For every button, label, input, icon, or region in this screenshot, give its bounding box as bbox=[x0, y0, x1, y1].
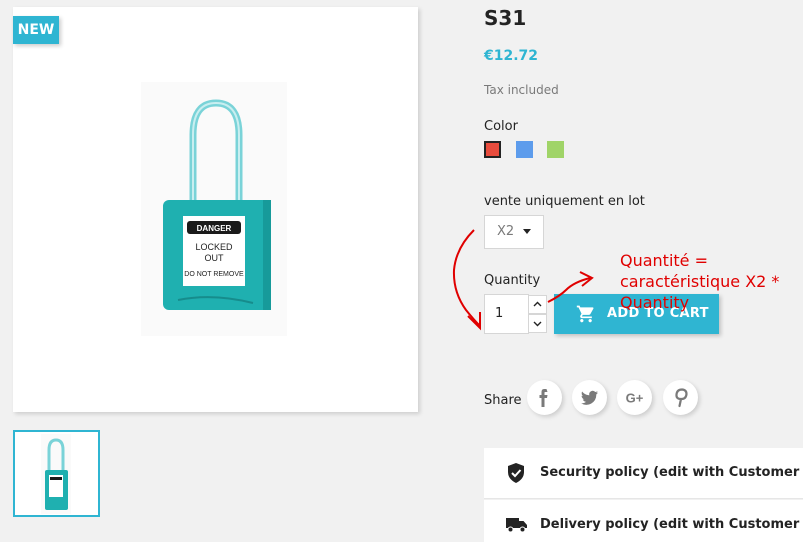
new-badge: NEW bbox=[13, 16, 59, 44]
svg-text:G+: G+ bbox=[626, 391, 644, 406]
product-cover-image[interactable]: DANGER LOCKED OUT DO NOT REMOVE bbox=[13, 7, 418, 412]
share-label: Share bbox=[484, 393, 522, 408]
security-policy-block: Security policy (edit with Customer reas… bbox=[484, 448, 803, 499]
google-plus-icon: G+ bbox=[626, 391, 644, 406]
product-thumbnail[interactable] bbox=[13, 430, 100, 517]
annotation-text: Quantité = caractéristique X2 * Quantity bbox=[620, 250, 779, 313]
facebook-icon bbox=[539, 389, 548, 407]
share-twitter-button[interactable] bbox=[572, 380, 607, 415]
share-pinterest-button[interactable] bbox=[663, 380, 698, 415]
product-title: S31 bbox=[484, 6, 527, 30]
image-label-out: OUT bbox=[205, 253, 225, 263]
color-swatch-green[interactable] bbox=[547, 141, 564, 158]
annotation-line-3: Quantity bbox=[620, 293, 690, 312]
padlock-image: DANGER LOCKED OUT DO NOT REMOVE bbox=[141, 82, 287, 336]
annotation-line-2: caractéristique X2 * bbox=[620, 272, 780, 291]
share-google-plus-button[interactable]: G+ bbox=[617, 380, 652, 415]
tax-note: Tax included bbox=[484, 83, 559, 97]
image-label-danger: DANGER bbox=[197, 224, 232, 233]
share-facebook-button[interactable] bbox=[527, 380, 562, 415]
padlock-thumbnail-image bbox=[41, 434, 71, 514]
image-label-do-not-remove: DO NOT REMOVE bbox=[184, 271, 244, 278]
annotation-line-1: Quantité = bbox=[620, 251, 709, 270]
security-policy-text: Security policy (edit with Customer reas… bbox=[540, 465, 803, 480]
twitter-icon bbox=[581, 390, 598, 405]
image-label-locked: LOCKED bbox=[195, 242, 233, 252]
truck-icon bbox=[506, 518, 527, 533]
color-swatch-red[interactable] bbox=[484, 141, 501, 158]
lot-label: vente uniquement en lot bbox=[484, 194, 645, 209]
pinterest-icon bbox=[675, 388, 688, 408]
color-label: Color bbox=[484, 119, 518, 134]
delivery-policy-block: Delivery policy (edit with Customer reas… bbox=[484, 500, 803, 542]
annotation-arrows bbox=[452, 229, 594, 331]
delivery-policy-text: Delivery policy (edit with Customer reas… bbox=[540, 517, 803, 532]
shield-check-icon bbox=[508, 463, 524, 483]
color-swatch-blue[interactable] bbox=[516, 141, 533, 158]
product-price: €12.72 bbox=[484, 48, 539, 64]
